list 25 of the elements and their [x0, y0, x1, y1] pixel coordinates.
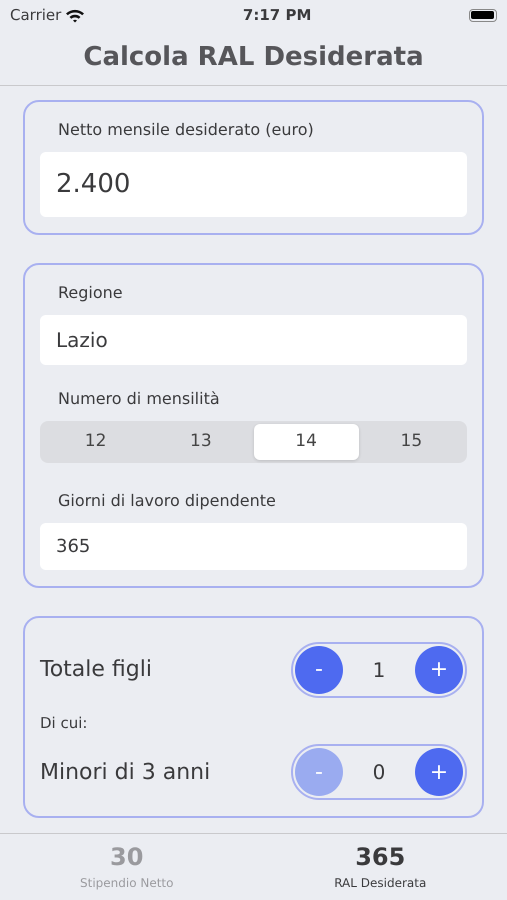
wifi-icon [65, 8, 86, 22]
field-label: Giorni di lavoro dipendente [57, 490, 277, 512]
tab-item[interactable]: 365 RAL Desiderata [254, 834, 507, 900]
segment-option[interactable]: 12 [43, 424, 148, 460]
input-field[interactable]: 365 [40, 522, 467, 570]
input-field[interactable]: 2.400 [40, 152, 467, 217]
decrement-button[interactable]: - [295, 646, 343, 694]
row-label: Totale figli [40, 656, 152, 684]
status-time: 7:17 PM [242, 4, 312, 26]
row-label: Minori di 3 anni [40, 758, 210, 786]
segment-option[interactable]: 15 [358, 424, 464, 460]
field-label: Regione [57, 282, 124, 304]
increment-button[interactable]: + [414, 646, 463, 694]
carrier-label: Carrier [10, 4, 62, 26]
page-title: Calcola RAL Desiderata [83, 41, 424, 74]
segment-option[interactable]: 14 [254, 424, 359, 460]
stepper-value: 0 [372, 759, 386, 786]
increment-button[interactable]: + [414, 748, 463, 796]
input-field[interactable]: Lazio [40, 315, 467, 365]
section-label: Di cui: [40, 712, 88, 734]
field-label: Numero di mensilità [57, 388, 221, 410]
battery-icon [468, 8, 497, 22]
segment-option[interactable]: 13 [148, 424, 254, 460]
stepper-value: 1 [372, 656, 386, 684]
field-label: Netto mensile desiderato (euro) [57, 119, 315, 141]
